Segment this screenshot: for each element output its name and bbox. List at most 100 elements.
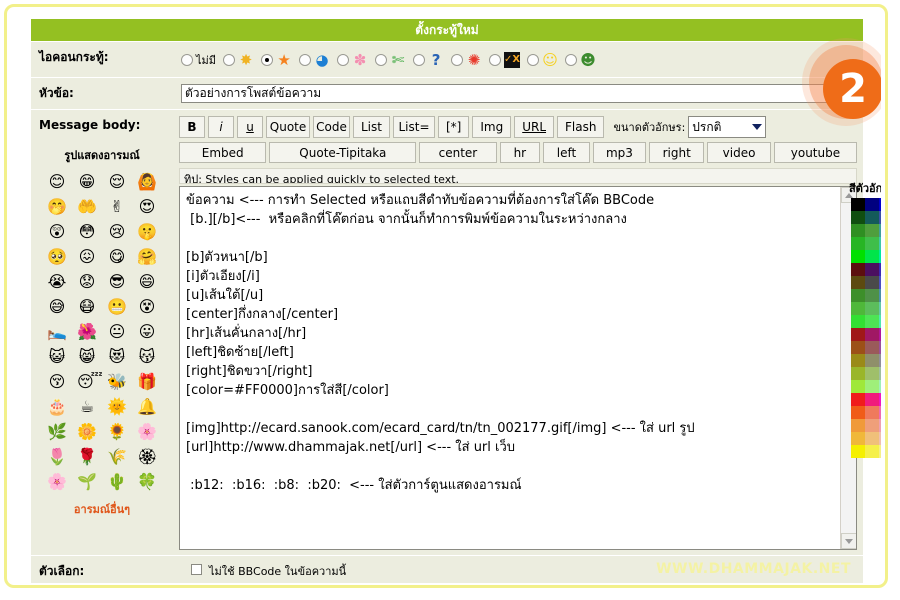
image-button[interactable]: Img [472,116,512,138]
smiley-8-1[interactable]: 😴 [77,372,103,392]
color-swatch-14-2[interactable] [879,380,881,393]
color-swatch-10-0[interactable] [851,328,865,341]
smiley-8-3[interactable]: 🎁 [137,372,157,392]
quote-button[interactable]: Quote [266,116,310,138]
hr-button[interactable]: hr [499,142,541,163]
color-swatch-19-0[interactable] [851,445,865,458]
color-swatch-6-0[interactable] [851,276,865,289]
check-x-icon[interactable]: ✓X [504,52,520,68]
color-swatch-3-1[interactable] [865,237,879,250]
color-swatch-0-1[interactable] [865,198,879,211]
radio-green-grin-icon[interactable] [565,54,578,66]
smiley-0-0[interactable]: 😊 [47,172,67,192]
topic-icon-option-7[interactable]: ✺ [451,52,482,68]
color-swatch-11-1[interactable] [865,341,879,354]
radio-red-sun-icon[interactable] [451,54,464,66]
color-swatch-8-2[interactable] [879,302,881,315]
smiley-6-0[interactable]: 🛌 [47,322,67,342]
scroll-down-button[interactable] [841,533,856,549]
topic-icon-option-1[interactable]: ✸ [223,52,254,68]
topic-icon-option-3[interactable]: ◕ [299,52,330,68]
smiley-9-1[interactable]: ☕ [77,397,97,417]
color-swatch-0-0[interactable] [851,198,865,211]
wheel-icon[interactable]: ✸ [238,52,254,68]
color-swatch-15-1[interactable] [865,393,879,406]
smiley-8-2[interactable]: 🐝 [107,372,127,392]
color-swatch-15-2[interactable] [879,393,881,406]
color-swatch-18-2[interactable] [879,432,881,445]
text-color-palette[interactable] [851,198,881,458]
color-swatch-14-1[interactable] [865,380,879,393]
smiley-1-2[interactable]: ✌ [107,197,127,217]
pink-flower-icon[interactable]: ✽ [352,52,368,68]
radio-star-icon[interactable] [261,54,274,66]
smiley-8-0[interactable]: 😚 [47,372,67,392]
color-swatch-7-2[interactable] [879,289,881,302]
color-swatch-11-2[interactable] [879,341,881,354]
topic-icon-option-10[interactable]: ☻ [565,52,596,68]
list-item-button[interactable]: [*] [437,116,470,138]
red-sun-icon[interactable]: ✺ [466,52,482,68]
radio-yellow-smiley-icon[interactable] [527,54,540,66]
color-swatch-15-0[interactable] [851,393,865,406]
smiley-11-1[interactable]: 🌹 [77,447,97,467]
color-swatch-10-2[interactable] [879,328,881,341]
color-swatch-17-2[interactable] [879,419,881,432]
color-swatch-17-1[interactable] [865,419,879,432]
smiley-4-1[interactable]: 😟 [77,272,97,292]
topic-icon-option-8[interactable]: ✓X [489,52,520,68]
topic-icon-option-4[interactable]: ✽ [337,52,368,68]
color-swatch-9-2[interactable] [879,315,881,328]
color-swatch-17-0[interactable] [851,419,865,432]
italic-button[interactable]: i [208,116,234,138]
smiley-5-3[interactable]: 😵 [137,297,157,317]
smiley-6-3[interactable]: 😛 [137,322,157,342]
smiley-4-2[interactable]: 😎 [107,272,127,292]
disable-bbcode-checkbox[interactable] [191,564,202,575]
color-swatch-12-0[interactable] [851,354,865,367]
color-swatch-13-1[interactable] [865,367,879,380]
message-body-box[interactable] [179,186,857,550]
smiley-12-1[interactable]: 🌱 [77,472,97,492]
smiley-9-0[interactable]: 🎂 [47,397,67,417]
green-ribbon-icon[interactable]: ✄ [390,52,406,68]
smiley-3-3[interactable]: 🤗 [137,247,157,267]
color-swatch-19-1[interactable] [865,445,879,458]
color-swatch-2-1[interactable] [865,224,879,237]
topic-icon-option-0[interactable]: ไม่มี [181,51,216,69]
smiley-0-2[interactable]: 😌 [107,172,127,192]
topic-icon-option-2[interactable]: ★ [261,52,292,68]
smiley-1-1[interactable]: 🤲 [77,197,97,217]
color-swatch-9-1[interactable] [865,315,879,328]
color-swatch-13-0[interactable] [851,367,865,380]
more-smileys-link[interactable]: อารมณ์อื่นๆ [31,500,173,518]
youtube-button[interactable]: youtube [773,142,858,163]
smiley-1-0[interactable]: 🤭 [47,197,67,217]
bold-button[interactable]: B [179,116,205,138]
smiley-5-0[interactable]: 😅 [47,297,67,317]
color-swatch-12-2[interactable] [879,354,881,367]
color-swatch-6-2[interactable] [879,276,881,289]
topic-icon-list[interactable]: ไม่มี ✸ ★ ◕ ✽ ✄? ✺ ✓X ☺ ☻ [181,42,601,78]
smiley-7-1[interactable]: 😸 [77,347,97,367]
message-body-textarea[interactable] [180,187,838,549]
font-size-select[interactable]: ปรกติ [688,116,767,138]
green-grin-icon[interactable]: ☻ [580,52,596,68]
smiley-1-3[interactable]: 😍 [137,197,157,217]
color-swatch-4-2[interactable] [879,250,881,263]
color-swatch-9-0[interactable] [851,315,865,328]
color-swatch-4-0[interactable] [851,250,865,263]
smiley-7-0[interactable]: 😺 [47,347,67,367]
color-swatch-1-2[interactable] [879,211,881,224]
topic-icon-option-6[interactable]: ? [413,52,444,68]
smiley-9-3[interactable]: 🔔 [137,397,157,417]
url-button[interactable]: URL [514,116,555,138]
smiley-3-1[interactable]: 😖 [77,247,97,267]
question-icon[interactable]: ? [428,52,444,68]
smiley-12-3[interactable]: 🍀 [137,472,157,492]
topic-icon-option-5[interactable]: ✄ [375,52,406,68]
color-swatch-13-2[interactable] [879,367,881,380]
color-swatch-2-2[interactable] [879,224,881,237]
radio-check-x-icon[interactable] [489,54,502,66]
mp3-button[interactable]: mp3 [592,142,647,163]
